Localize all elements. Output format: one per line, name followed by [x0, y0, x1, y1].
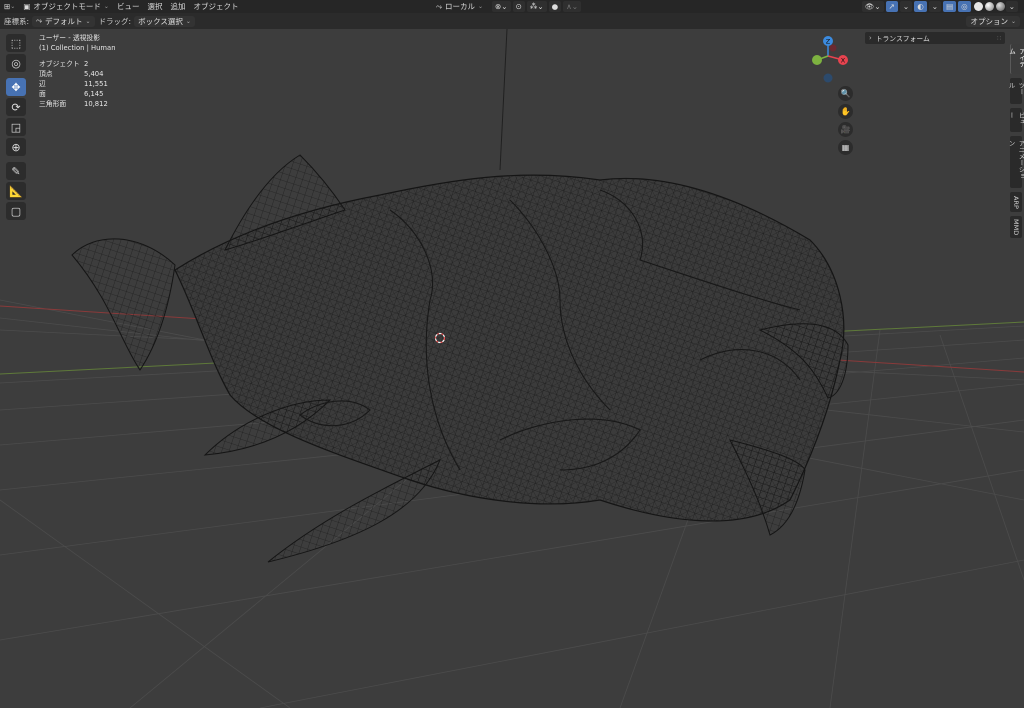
gizmo-z-label: Z [826, 38, 831, 46]
viewport-info-overlay: ユーザー - 透視投影 (1) Collection | Human オブジェク… [39, 33, 124, 109]
stat-value: 5,404 [84, 70, 104, 78]
tab-arp[interactable]: ARP [1010, 192, 1022, 212]
sidebar-tabs: アイテム ツール ビュー アニメーション ARP MMD [1007, 44, 1024, 242]
stat-value: 2 [84, 60, 89, 68]
stat-label: 辺 [39, 80, 46, 88]
annotate-tool-icon[interactable]: ✎ [6, 162, 26, 180]
navigation-gizmo[interactable]: Z X [806, 34, 858, 86]
transform-tool-icon[interactable]: ⊕ [6, 138, 26, 156]
scene-statistics: オブジェクト 2 頂点 5,404 辺 11,551 面 6,145 三角形面 … [39, 59, 124, 109]
view-name: ユーザー - 透視投影 [39, 34, 101, 42]
tab-animation[interactable]: アニメーション [1007, 136, 1024, 188]
tab-mmd[interactable]: MMD [1010, 216, 1022, 238]
camera-view-icon[interactable]: 🎥 [838, 122, 853, 137]
chevron-right-icon: › [869, 34, 872, 42]
transform-panel-header[interactable]: › トランスフォーム ∷ [865, 32, 1005, 44]
move-tool-icon[interactable]: ✥ [6, 78, 26, 96]
zoom-view-icon[interactable]: 🔍 [838, 86, 853, 101]
stat-label: 三角形面 [39, 100, 67, 108]
stat-label: 面 [39, 90, 46, 98]
transform-panel-label: トランスフォーム [875, 35, 930, 43]
tool-shelf: ⬚ ◎ ✥ ⟳ ◲ ⊕ ✎ 📐 ▢ [6, 34, 28, 222]
tab-view[interactable]: ビュー [1007, 108, 1024, 132]
stat-value: 10,812 [84, 100, 108, 108]
stat-value: 6,145 [84, 90, 104, 98]
rotate-tool-icon[interactable]: ⟳ [6, 98, 26, 116]
wireframe-mesh[interactable] [0, 0, 1024, 708]
cursor-tool-icon[interactable]: ◎ [6, 54, 26, 72]
collection-name: (1) Collection | Human [39, 44, 116, 52]
stat-value: 11,551 [84, 80, 108, 88]
stat-label: オブジェクト [39, 60, 80, 68]
tab-tool[interactable]: ツール [1007, 78, 1024, 104]
select-box-tool-icon[interactable]: ⬚ [6, 34, 26, 52]
add-cube-tool-icon[interactable]: ▢ [6, 202, 26, 220]
stat-label: 頂点 [39, 70, 53, 78]
measure-tool-icon[interactable]: 📐 [6, 182, 26, 200]
drag-handle-icon[interactable]: ∷ [997, 35, 1001, 42]
gizmo-x-label: X [841, 57, 846, 65]
perspective-toggle-icon[interactable]: ▦ [838, 140, 853, 155]
scale-tool-icon[interactable]: ◲ [6, 118, 26, 136]
pan-view-icon[interactable]: ✋ [838, 104, 853, 119]
tab-item[interactable]: アイテム [1008, 44, 1024, 74]
